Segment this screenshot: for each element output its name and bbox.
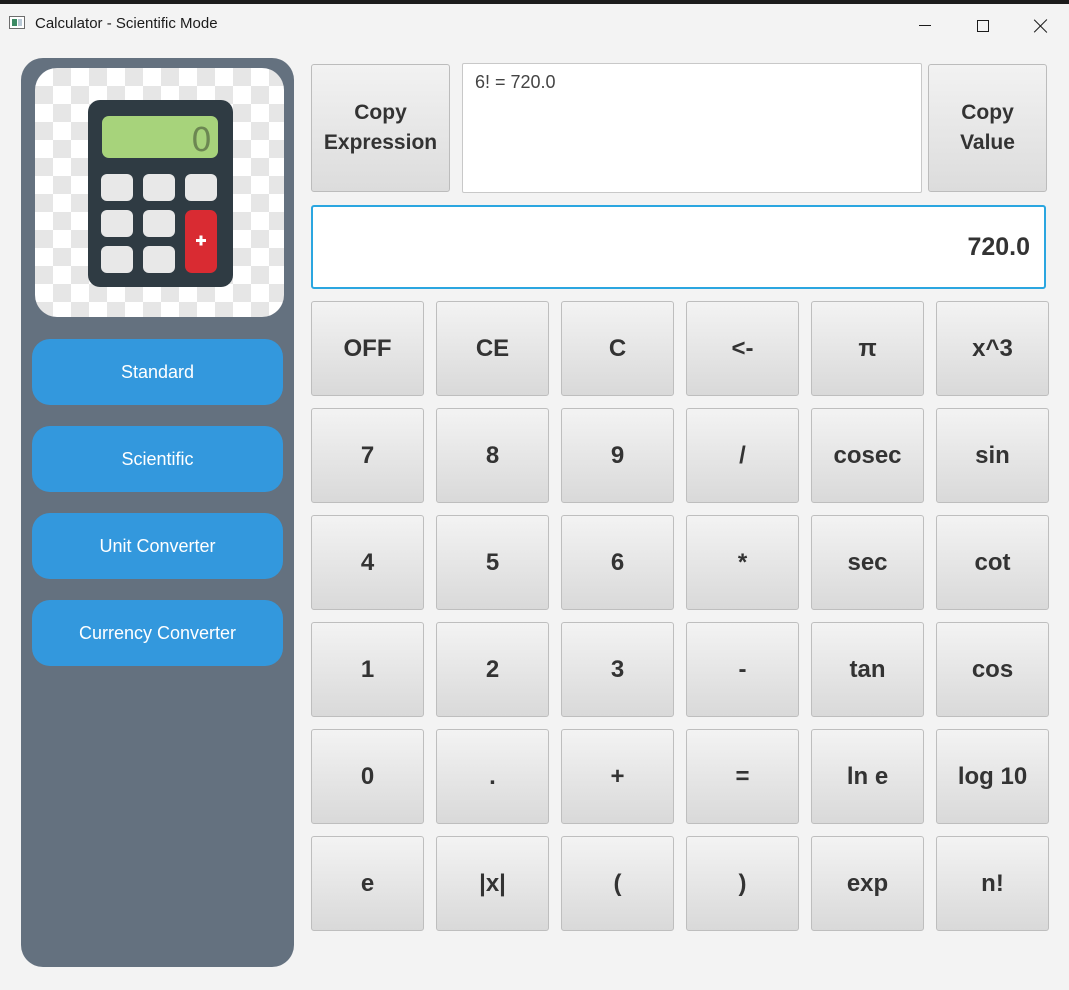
key-button[interactable]: ) xyxy=(686,836,799,931)
key-button[interactable]: tan xyxy=(811,622,924,717)
key-button[interactable]: x^3 xyxy=(936,301,1049,396)
nav-currency-converter-button[interactable]: Currency Converter xyxy=(32,600,283,666)
minimize-icon xyxy=(919,24,931,26)
copy-expression-button[interactable]: Copy Expression xyxy=(311,64,450,192)
key-button[interactable]: / xyxy=(686,408,799,503)
key-button[interactable]: = xyxy=(686,729,799,824)
nav-unit-converter-button[interactable]: Unit Converter xyxy=(32,513,283,579)
key-button[interactable]: cot xyxy=(936,515,1049,610)
key-button[interactable]: 1 xyxy=(311,622,424,717)
key-button[interactable]: n! xyxy=(936,836,1049,931)
key-button[interactable]: + xyxy=(561,729,674,824)
key-button[interactable]: ln e xyxy=(811,729,924,824)
key-button[interactable]: |x| xyxy=(436,836,549,931)
copy-expression-label-line1: Copy xyxy=(354,101,407,124)
key-button[interactable]: <- xyxy=(686,301,799,396)
maximize-button[interactable] xyxy=(960,8,1006,44)
key-button[interactable]: cos xyxy=(936,622,1049,717)
key-button[interactable]: 6 xyxy=(561,515,674,610)
copy-value-button[interactable]: Copy Value xyxy=(928,64,1047,192)
key-button[interactable]: π xyxy=(811,301,924,396)
close-button[interactable] xyxy=(1018,8,1064,44)
sidebar: 0 Standard Scientific Unit Converter Cur… xyxy=(21,58,294,967)
key-button[interactable]: log 10 xyxy=(936,729,1049,824)
window-title: Calculator - Scientific Mode xyxy=(35,15,218,32)
maximize-icon xyxy=(977,20,989,32)
result-display[interactable]: 720.0 xyxy=(311,205,1046,289)
title-bar[interactable]: Calculator - Scientific Mode xyxy=(0,4,1069,42)
key-button[interactable]: 5 xyxy=(436,515,549,610)
calculator-logo: 0 xyxy=(35,68,284,317)
key-button[interactable]: ( xyxy=(561,836,674,931)
key-button[interactable]: 2 xyxy=(436,622,549,717)
key-button[interactable]: 7 xyxy=(311,408,424,503)
copy-expression-label-line2: Expression xyxy=(323,131,438,154)
key-button[interactable]: CE xyxy=(436,301,549,396)
key-button[interactable]: cosec xyxy=(811,408,924,503)
key-button[interactable]: * xyxy=(686,515,799,610)
copy-value-label-line1: Copy xyxy=(961,101,1014,124)
key-button[interactable]: 9 xyxy=(561,408,674,503)
key-button[interactable]: 4 xyxy=(311,515,424,610)
key-button[interactable]: 8 xyxy=(436,408,549,503)
app-icon xyxy=(9,16,25,29)
minimize-button[interactable] xyxy=(902,8,948,44)
expression-history-area[interactable]: 6! = 720.0 xyxy=(462,63,922,193)
key-button[interactable]: - xyxy=(686,622,799,717)
key-button[interactable]: sin xyxy=(936,408,1049,503)
key-button[interactable]: sec xyxy=(811,515,924,610)
key-button[interactable]: 0 xyxy=(311,729,424,824)
key-button[interactable]: 3 xyxy=(561,622,674,717)
close-icon xyxy=(1034,19,1048,33)
calculator-icon: 0 xyxy=(88,100,233,287)
nav-standard-button[interactable]: Standard xyxy=(32,339,283,405)
copy-value-label-line2: Value xyxy=(960,131,1015,154)
key-button[interactable]: exp xyxy=(811,836,924,931)
key-button[interactable]: . xyxy=(436,729,549,824)
nav-scientific-button[interactable]: Scientific xyxy=(32,426,283,492)
key-button[interactable]: C xyxy=(561,301,674,396)
key-button[interactable]: e xyxy=(311,836,424,931)
logo-display-digit: 0 xyxy=(191,120,212,159)
key-button[interactable]: OFF xyxy=(311,301,424,396)
